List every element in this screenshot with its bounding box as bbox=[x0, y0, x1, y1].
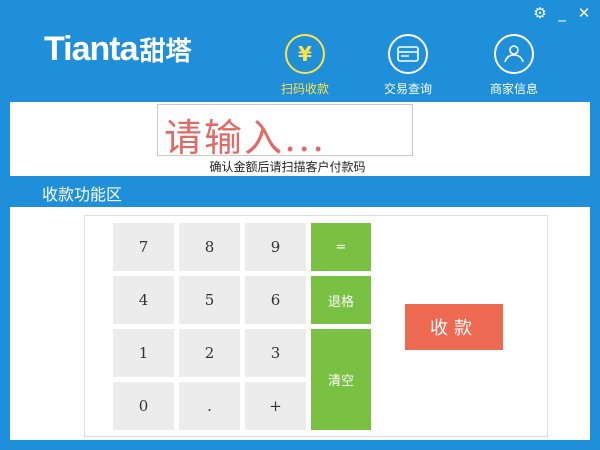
key-6[interactable]: 6 bbox=[245, 276, 306, 324]
collect-payment-button[interactable]: 收款 bbox=[405, 304, 503, 350]
app-window: Tianta甜塔 ⚙ _ ✕ ¥ 扫码收款 交易查询 商家信息 请输入... 确… bbox=[0, 0, 600, 450]
yen-icon: ¥ bbox=[285, 34, 325, 74]
key-9[interactable]: 9 bbox=[245, 223, 306, 271]
key-3[interactable]: 3 bbox=[245, 329, 306, 377]
window-controls: ⚙ _ ✕ bbox=[532, 4, 592, 22]
key-4[interactable]: 4 bbox=[113, 276, 174, 324]
brand-latin: Tianta bbox=[44, 30, 139, 68]
clear-button[interactable]: 清空 bbox=[311, 329, 371, 430]
nav-merchant-info[interactable]: 商家信息 bbox=[474, 34, 554, 97]
nav-label: 商家信息 bbox=[489, 82, 538, 96]
close-icon[interactable]: ✕ bbox=[576, 4, 592, 22]
key-8[interactable]: 8 bbox=[179, 223, 240, 271]
key-1[interactable]: 1 bbox=[113, 329, 174, 377]
brand-logo: Tianta甜塔 bbox=[44, 30, 192, 69]
amount-hint: 确认金额后请扫描客户付款码 bbox=[209, 160, 366, 174]
brand-chinese: 甜塔 bbox=[139, 37, 192, 67]
amount-input[interactable]: 请输入... bbox=[157, 104, 413, 160]
section-title: 收款功能区 bbox=[42, 185, 123, 204]
key-5[interactable]: 5 bbox=[179, 276, 240, 324]
minimize-icon[interactable]: _ bbox=[554, 4, 570, 22]
nav-scan-pay[interactable]: ¥ 扫码收款 bbox=[265, 34, 345, 97]
key-equals[interactable]: = bbox=[311, 223, 371, 271]
nav-transaction-query[interactable]: 交易查询 bbox=[368, 34, 448, 97]
key-0[interactable]: 0 bbox=[113, 382, 174, 430]
settings-icon[interactable]: ⚙ bbox=[532, 4, 548, 22]
nav-label: 交易查询 bbox=[383, 82, 432, 96]
nav-label: 扫码收款 bbox=[280, 82, 329, 96]
section-bar: 收款功能区 bbox=[10, 176, 590, 207]
merchant-icon bbox=[494, 34, 534, 74]
header-bar: Tianta甜塔 ⚙ _ ✕ ¥ 扫码收款 交易查询 商家信息 bbox=[0, 0, 600, 102]
key-7[interactable]: 7 bbox=[113, 223, 174, 271]
key-plus[interactable]: + bbox=[245, 382, 306, 430]
amount-placeholder: 请输入... bbox=[164, 116, 327, 160]
backspace-button[interactable]: 退格 bbox=[311, 276, 371, 324]
key-dot[interactable]: . bbox=[179, 382, 240, 430]
card-icon bbox=[388, 34, 428, 74]
key-2[interactable]: 2 bbox=[179, 329, 240, 377]
